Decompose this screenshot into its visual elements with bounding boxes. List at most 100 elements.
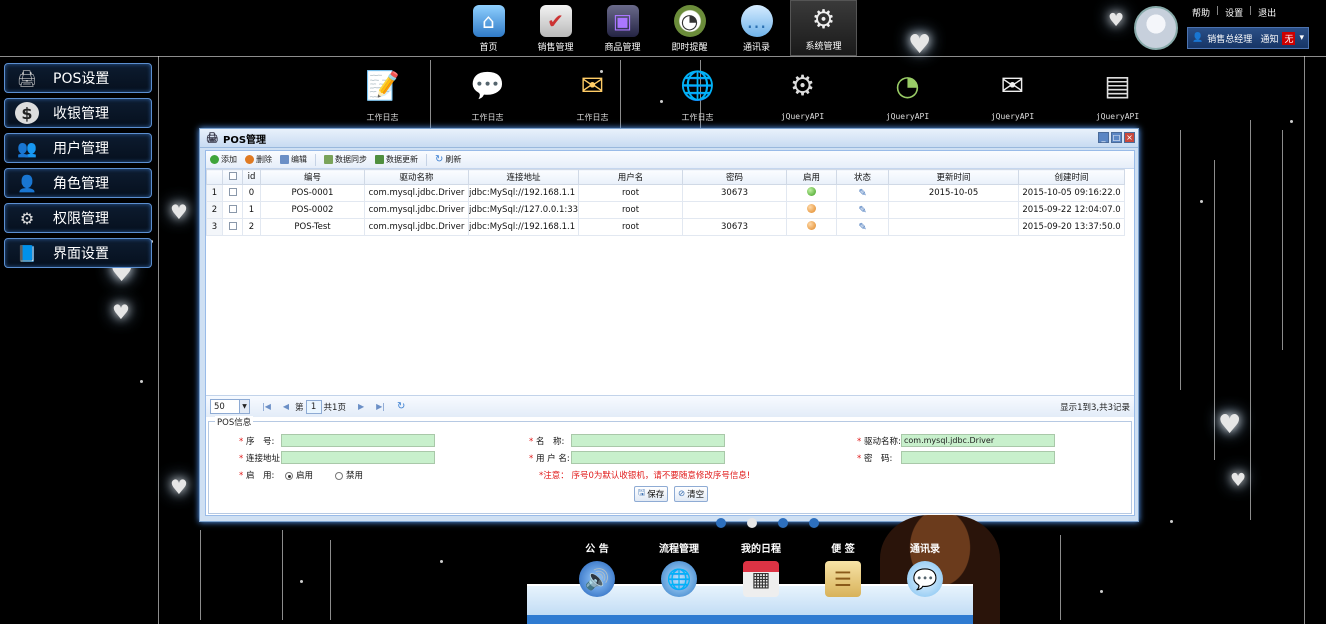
desktop-shortcut[interactable]: 📝 工作日志 (330, 64, 435, 123)
refresh-icon[interactable]: ↻ (397, 401, 405, 412)
header-cell[interactable]: 编号 (260, 169, 365, 185)
help-link[interactable]: 帮助 (1192, 6, 1210, 19)
url-input[interactable] (281, 451, 435, 464)
chevron-down-icon[interactable]: ▾ (1299, 33, 1304, 43)
dock-item-schedule[interactable]: 我的日程 ▦ (720, 540, 802, 597)
header-cell[interactable]: id (242, 169, 261, 185)
menu-item-users[interactable]: 👥 用户管理 (4, 133, 152, 163)
header-cell[interactable]: 创建时间 (1018, 169, 1126, 185)
desktop-shortcut[interactable]: 🌐 工作日志 (645, 64, 750, 123)
cell-status[interactable]: ✎ (836, 184, 890, 202)
desktop-shortcut[interactable]: ◔ jQueryAPI (855, 64, 960, 123)
topnav-item-home[interactable]: ⌂ 首页 (455, 0, 522, 56)
dock-item-announcement[interactable]: 公 告 🔊 (556, 540, 638, 597)
header-cell[interactable]: 驱动名称 (364, 169, 469, 185)
dock-item-notes[interactable]: 便 签 ☰ (802, 540, 884, 597)
header-cell[interactable]: 用户名 (578, 169, 684, 185)
name-label: * 名 称: (529, 437, 565, 447)
refresh-button[interactable]: ↻ 刷新 (435, 154, 461, 165)
table-row[interactable]: 2 1 POS-0002 com.mysql.jdbc.Driver jdbc:… (206, 201, 1126, 219)
desktop-shortcut[interactable]: ⚙ jQueryAPI (750, 64, 855, 123)
carousel-dot[interactable] (809, 518, 819, 528)
delete-button[interactable]: 删除 (245, 154, 272, 165)
prev-page-icon[interactable]: ◀ (283, 402, 289, 411)
close-icon[interactable]: × (1124, 132, 1135, 143)
minimize-icon[interactable]: _ (1098, 132, 1109, 143)
header-checkbox[interactable] (222, 169, 243, 185)
select-all-checkbox[interactable] (228, 171, 237, 180)
page-size-select[interactable]: 50 ▼ (210, 399, 250, 414)
header-cell[interactable]: 密码 (682, 169, 788, 185)
menu-item-roles[interactable]: 👤 角色管理 (4, 168, 152, 198)
chevron-down-icon[interactable]: ▼ (239, 400, 249, 413)
update-button[interactable]: 数据更新 (375, 154, 418, 165)
settings-link[interactable]: 设置 (1225, 6, 1243, 19)
topnav-item-reminder[interactable]: ◔ 即时提醒 (656, 0, 723, 56)
row-checkbox-cell[interactable] (222, 201, 243, 219)
user-input[interactable] (571, 451, 725, 464)
desktop-shortcut[interactable]: 💬 工作日志 (435, 64, 540, 123)
menu-item-ui-settings[interactable]: 📘 界面设置 (4, 238, 152, 268)
sync-button[interactable]: 数据同步 (324, 154, 367, 165)
maximize-icon[interactable]: □ (1111, 132, 1122, 143)
notice-link[interactable]: 通知 (1260, 32, 1278, 45)
header-cell[interactable]: 启用 (786, 169, 838, 185)
page-input[interactable]: 1 (305, 399, 322, 414)
window-titlebar[interactable]: 🖨 POS管理 (200, 129, 1138, 148)
separator: | (1249, 6, 1253, 16)
topnav-item-contacts[interactable]: … 通讯录 (723, 0, 790, 56)
carousel-dot[interactable] (778, 518, 788, 528)
driver-input[interactable]: com.mysql.jdbc.Driver (901, 434, 1055, 447)
cell-status[interactable]: ✎ (836, 218, 890, 236)
name-input[interactable] (571, 434, 725, 447)
first-page-icon[interactable]: |◀ (262, 402, 271, 411)
grid-toolbar: 添加 删除 编辑 数据同步 数据更新 ↻ 刷新 (206, 151, 1134, 169)
header-cell[interactable]: 更新时间 (888, 169, 1020, 185)
last-page-icon[interactable]: ▶| (376, 402, 385, 411)
avatar[interactable] (1134, 6, 1178, 50)
add-button[interactable]: 添加 (210, 154, 237, 165)
cell-driver: com.mysql.jdbc.Driver (364, 201, 469, 219)
edit-button[interactable]: 编辑 (280, 154, 307, 165)
edit-pen-icon[interactable]: ✎ (858, 222, 866, 233)
row-checkbox[interactable] (228, 221, 237, 230)
dock-item-workflow[interactable]: 流程管理 🌐 (638, 540, 720, 597)
seq-label: * 序 号: (239, 437, 275, 447)
row-checkbox-cell[interactable] (222, 218, 243, 236)
seq-input[interactable] (281, 434, 435, 447)
cell-status[interactable]: ✎ (836, 201, 890, 219)
enable-off-radio[interactable]: 禁用 (335, 469, 363, 481)
next-page-icon[interactable]: ▶ (358, 402, 364, 411)
logout-link[interactable]: 退出 (1258, 6, 1276, 19)
row-checkbox[interactable] (228, 204, 237, 213)
radio-selected-icon[interactable] (285, 471, 293, 480)
carousel-dot[interactable] (716, 518, 726, 528)
menu-item-permissions[interactable]: ⚙ 权限管理 (4, 203, 152, 233)
carousel-dot-active[interactable] (747, 518, 757, 528)
row-checkbox-cell[interactable] (222, 184, 243, 202)
edit-pen-icon[interactable]: ✎ (858, 188, 866, 199)
menu-item-pos-settings[interactable]: 🖨 POS设置 (4, 63, 152, 93)
table-row[interactable]: 3 2 POS-Test com.mysql.jdbc.Driver jdbc:… (206, 218, 1126, 236)
topnav-label: 销售管理 (537, 43, 574, 53)
topnav-item-products[interactable]: ▣ 商品管理 (589, 0, 656, 56)
menu-item-cashier[interactable]: $ 收银管理 (4, 98, 152, 128)
desktop-shortcut[interactable]: ▤ jQueryAPI (1065, 64, 1170, 123)
desktop-shortcut[interactable]: ✉ jQueryAPI (960, 64, 1065, 123)
clear-button[interactable]: ⊘ 清空 (674, 486, 709, 502)
edit-pen-icon[interactable]: ✎ (858, 205, 866, 216)
clock-icon: ◔ (895, 68, 920, 102)
row-checkbox[interactable] (228, 187, 237, 196)
topnav-item-sales[interactable]: ✔ 销售管理 (522, 0, 589, 56)
header-cell[interactable]: 连接地址 (467, 169, 580, 185)
table-row[interactable]: 1 0 POS-0001 com.mysql.jdbc.Driver jdbc:… (206, 184, 1126, 202)
radio-icon[interactable] (335, 471, 343, 480)
desktop-shortcut[interactable]: ✉ 工作日志 (540, 64, 645, 123)
topnav-item-system[interactable]: ⚙ 系统管理 (790, 0, 857, 56)
dock-item-contacts[interactable]: 通讯录 💬 (884, 540, 966, 597)
pwd-input[interactable] (901, 451, 1055, 464)
enable-on-radio[interactable]: 启用 (285, 469, 313, 481)
header-cell[interactable]: 状态 (836, 169, 890, 185)
save-button[interactable]: 🖫 保存 (634, 486, 669, 502)
topnav-label: 即时提醒 (671, 43, 708, 53)
